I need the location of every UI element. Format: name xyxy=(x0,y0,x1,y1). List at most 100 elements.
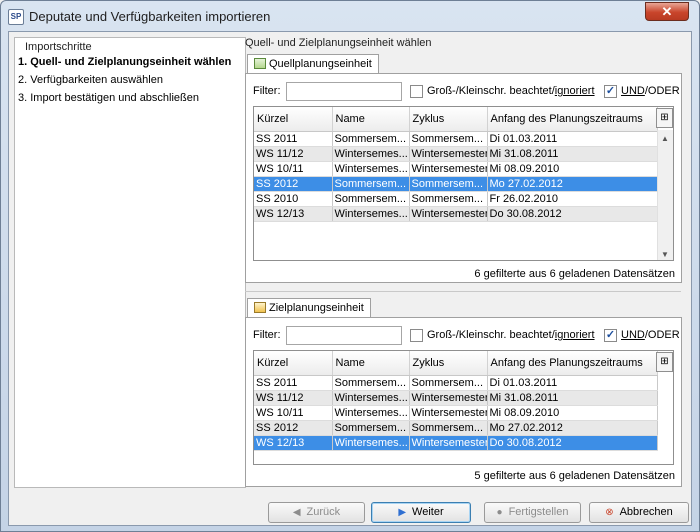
target-case-label: Groß-/Kleinschr. beachtet/ignoriert xyxy=(427,329,595,341)
target-table: Kürzel Name Zyklus Anfang des Planungsze… xyxy=(253,350,674,465)
col-header-zyklus[interactable]: Zyklus xyxy=(409,351,488,376)
step-1: 1. Quell- und Zielplanungseinheit wählen xyxy=(18,56,232,68)
title-bar[interactable]: SP Deputate und Verfügbarkeiten importie… xyxy=(1,1,699,31)
table-cell: Mi 31.08.2011 xyxy=(487,146,658,162)
table-icon xyxy=(254,302,266,313)
table-cell: WS 10/11 xyxy=(254,161,333,177)
source-record-count: 6 gefilterte aus 6 geladenen Datensätzen xyxy=(474,268,675,280)
table-cell: Sommersem... xyxy=(409,191,488,207)
table-row[interactable]: WS 12/13 Wintersemes... Wintersemester Do 3… xyxy=(254,206,658,222)
col-header-anfang[interactable]: Anfang des Planungszeitraums xyxy=(487,107,658,132)
col-header-anfang[interactable]: Anfang des Planungszeitraums xyxy=(487,351,658,376)
cancel-button[interactable]: ⊗ Abbrechen xyxy=(589,502,689,523)
table-cell: Di 01.03.2011 xyxy=(487,131,658,147)
tab-target-label: Zielplanungseinheit xyxy=(269,302,364,314)
table-row[interactable]: SS 2011 Sommersem... Sommersem... Di 01.03.… xyxy=(254,375,658,391)
table-cell: Mo 27.02.2012 xyxy=(487,176,658,192)
next-button[interactable]: ▶ Weiter xyxy=(371,502,471,523)
table-cell: Wintersemester xyxy=(409,390,488,406)
col-header-name[interactable]: Name xyxy=(332,107,410,132)
table-cell: Di 01.03.2011 xyxy=(487,375,658,391)
close-button[interactable]: ✕ xyxy=(645,2,689,21)
table-cell: Wintersemes... xyxy=(332,146,410,162)
table-cell: WS 11/12 xyxy=(254,146,333,162)
table-cell: Wintersemester xyxy=(409,405,488,421)
table-cell: WS 10/11 xyxy=(254,405,333,421)
table-cell: Wintersemes... xyxy=(332,206,410,222)
table-cell: Do 30.08.2012 xyxy=(487,206,658,222)
table-cell: Wintersemester xyxy=(409,161,488,177)
step-2: 2. Verfügbarkeiten auswählen xyxy=(18,74,163,86)
table-row[interactable]: SS 2012 Sommersem... Sommersem... Mo 27.02.… xyxy=(254,420,658,436)
col-header-kuerzel[interactable]: Kürzel xyxy=(254,351,333,376)
source-case-checkbox[interactable] xyxy=(410,85,423,98)
table-cell: WS 12/13 xyxy=(254,435,333,451)
source-case-label: Groß-/Kleinschr. beachtet/ignoriert xyxy=(427,85,595,97)
cancel-icon: ⊗ xyxy=(605,507,614,518)
table-row[interactable]: WS 11/12 Wintersemes... Wintersemester Mi 3… xyxy=(254,390,658,406)
table-icon xyxy=(254,58,266,69)
table-cell: SS 2012 xyxy=(254,420,333,436)
source-and-label: UND/ODER xyxy=(621,85,680,97)
target-and-checkbox[interactable]: ✓ xyxy=(604,329,617,342)
table-cell: Sommersem... xyxy=(409,375,488,391)
table-row[interactable]: WS 12/13 Wintersemes... Wintersemester Do 3… xyxy=(254,435,658,451)
finish-icon: ● xyxy=(496,507,503,518)
column-chooser-icon[interactable]: ⊞ xyxy=(656,352,673,372)
target-record-count: 5 gefilterte aus 6 geladenen Datensätzen xyxy=(474,470,675,482)
divider xyxy=(245,291,681,292)
tab-source-label: Quellplanungseinheit xyxy=(269,58,372,70)
app-icon: SP xyxy=(8,9,24,25)
step-3: 3. Import bestätigen und abschließen xyxy=(18,92,200,104)
table-row[interactable]: SS 2011 Sommersem... Sommersem... Di 01.03.… xyxy=(254,131,658,147)
source-table: Kürzel Name Zyklus Anfang des Planungsze… xyxy=(253,106,674,261)
table-cell: Mi 31.08.2011 xyxy=(487,390,658,406)
section-header: Quell- und Zielplanungseinheit wählen xyxy=(245,37,432,49)
target-filter-label: Filter: xyxy=(253,329,281,341)
import-dialog-window: SP Deputate und Verfügbarkeiten importie… xyxy=(0,0,700,532)
table-cell: SS 2011 xyxy=(254,375,333,391)
table-cell: Sommersem... xyxy=(332,420,410,436)
scroll-down-icon[interactable]: ▼ xyxy=(661,250,669,259)
table-cell: SS 2012 xyxy=(254,176,333,192)
close-icon: ✕ xyxy=(661,4,673,19)
scroll-up-icon[interactable]: ▲ xyxy=(661,134,669,143)
table-cell: Do 30.08.2012 xyxy=(487,435,658,451)
table-row[interactable]: SS 2012 Sommersem... Sommersem... Mo 27.02.… xyxy=(254,176,658,192)
tab-source[interactable]: Quellplanungseinheit xyxy=(247,54,379,74)
table-cell: Sommersem... xyxy=(409,131,488,147)
table-row[interactable]: WS 10/11 Wintersemes... Wintersemester Mi 0… xyxy=(254,161,658,177)
table-cell: WS 12/13 xyxy=(254,206,333,222)
table-row[interactable]: WS 11/12 Wintersemes... Wintersemester Mi 3… xyxy=(254,146,658,162)
source-vertical-scrollbar[interactable]: ▲ ▼ xyxy=(657,130,673,260)
back-button[interactable]: ◀ Zurück xyxy=(268,502,365,523)
table-cell: Wintersemes... xyxy=(332,435,410,451)
column-chooser-icon[interactable]: ⊞ xyxy=(656,108,673,128)
target-filter-input[interactable] xyxy=(286,326,402,345)
target-case-checkbox[interactable] xyxy=(410,329,423,342)
table-cell: Fr 26.02.2010 xyxy=(487,191,658,207)
table-cell: Mi 08.09.2010 xyxy=(487,405,658,421)
col-header-zyklus[interactable]: Zyklus xyxy=(409,107,488,132)
table-row[interactable]: SS 2010 Sommersem... Sommersem... Fr 26.02.… xyxy=(254,191,658,207)
arrow-right-icon: ▶ xyxy=(398,507,407,518)
dialog-client-area: Importschritte 1. Quell- und Zielplanung… xyxy=(8,31,692,526)
table-cell: Sommersem... xyxy=(332,375,410,391)
col-header-kuerzel[interactable]: Kürzel xyxy=(254,107,333,132)
col-header-name[interactable]: Name xyxy=(332,351,410,376)
table-cell: SS 2010 xyxy=(254,191,333,207)
source-and-checkbox[interactable]: ✓ xyxy=(604,85,617,98)
tab-target[interactable]: Zielplanungseinheit xyxy=(247,298,371,318)
arrow-left-icon: ◀ xyxy=(292,507,301,518)
source-filter-input[interactable] xyxy=(286,82,402,101)
steps-header: Importschritte xyxy=(25,41,92,53)
table-cell: Sommersem... xyxy=(332,176,410,192)
table-cell: Sommersem... xyxy=(409,176,488,192)
window-title: Deputate und Verfügbarkeiten importieren xyxy=(29,9,271,24)
table-cell: Wintersemester xyxy=(409,146,488,162)
table-cell: Wintersemester xyxy=(409,435,488,451)
target-and-label: UND/ODER xyxy=(621,329,680,341)
table-row[interactable]: WS 10/11 Wintersemes... Wintersemester Mi 0… xyxy=(254,405,658,421)
finish-button[interactable]: ● Fertigstellen xyxy=(484,502,581,523)
table-cell: Sommersem... xyxy=(332,131,410,147)
